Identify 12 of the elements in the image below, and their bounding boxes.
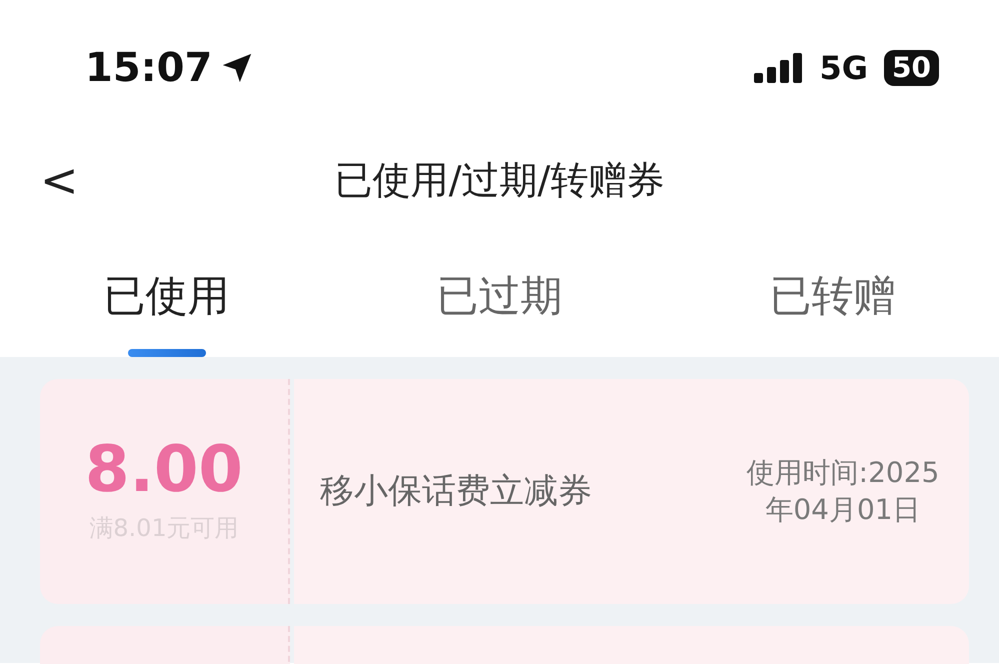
tab[interactable]: 已过期: [333, 254, 666, 357]
back-button[interactable]: <: [30, 157, 89, 203]
tab[interactable]: 已使用: [0, 254, 333, 357]
used-time: 使用时间:2025年04月01日: [746, 455, 940, 528]
network-label: 5G: [820, 48, 868, 88]
page-title: 已使用/过期/转赠券: [334, 156, 664, 204]
clock-time: 15:07: [85, 44, 212, 92]
signal-icon: [754, 52, 804, 82]
battery-indicator: 50: [884, 50, 939, 86]
coupon-amount: 8.00: [85, 438, 243, 502]
coupon-name: 移小保话费立减券: [320, 470, 593, 513]
tab[interactable]: 已转赠: [666, 254, 999, 357]
